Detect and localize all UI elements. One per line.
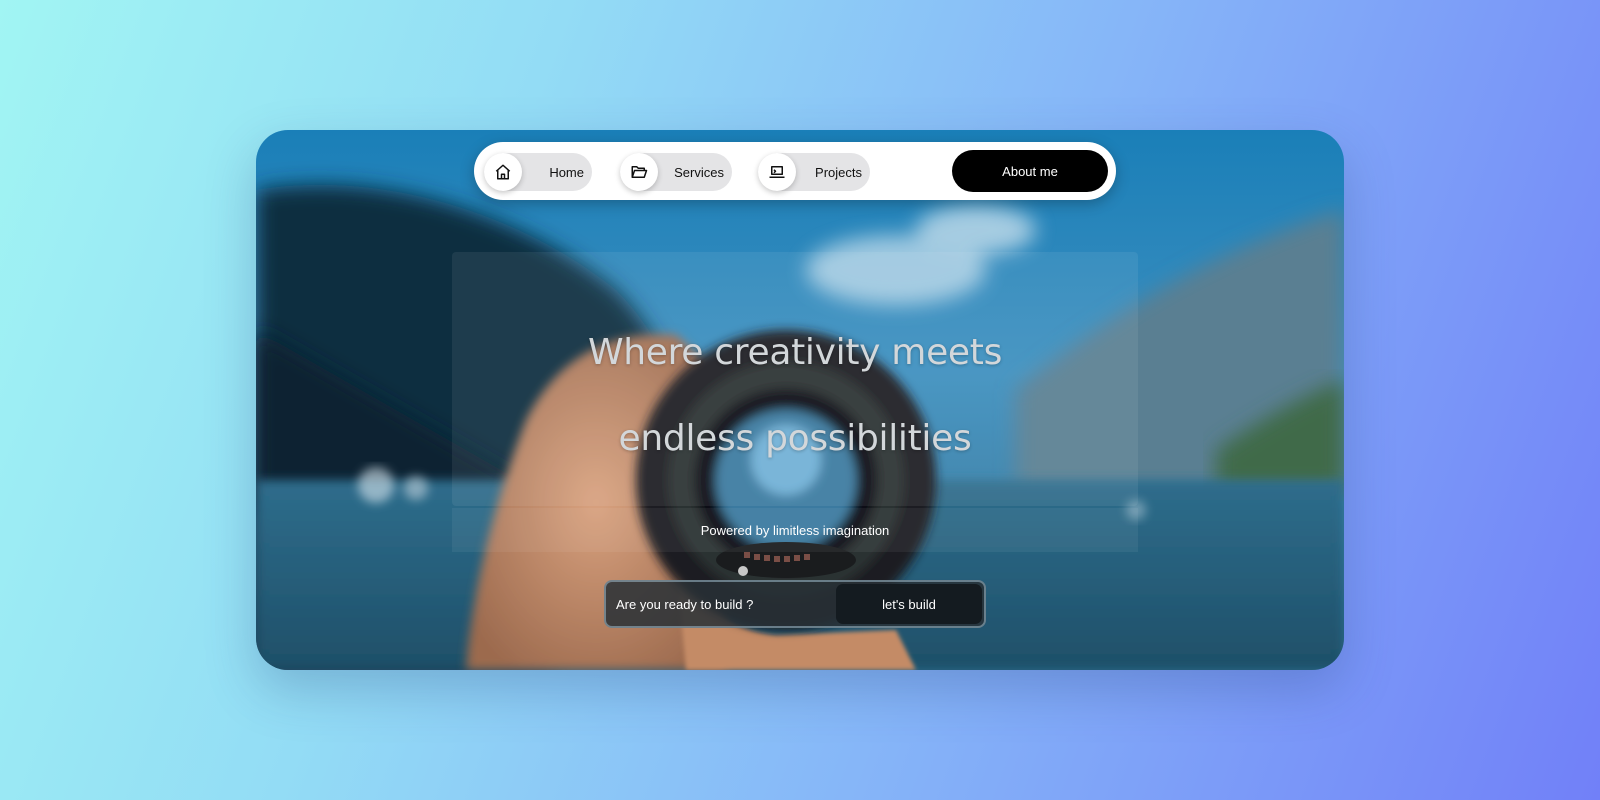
laptop-icon: [758, 153, 796, 191]
nav-item-home[interactable]: Home: [484, 153, 592, 191]
hero-title: Where creativity meets endless possibili…: [587, 332, 1003, 459]
about-me-button[interactable]: About me: [952, 150, 1108, 192]
nav-item-label: Projects: [815, 164, 862, 180]
cta-bar: Are you ready to build ? let's build: [604, 580, 986, 628]
hero-card: Home Services Projects About me Where cr…: [256, 130, 1344, 670]
hero-panel: Where creativity meets endless possibili…: [452, 252, 1138, 506]
lets-build-button[interactable]: let's build: [836, 584, 982, 624]
nav-item-label: Services: [674, 164, 724, 180]
nav-item-projects[interactable]: Projects: [758, 153, 870, 191]
nav-item-services[interactable]: Services: [620, 153, 732, 191]
hero-subtitle: Powered by limitless imagination: [452, 508, 1138, 552]
top-navbar: Home Services Projects About me: [474, 142, 1116, 200]
cta-prompt: Are you ready to build ?: [616, 596, 754, 612]
home-icon: [484, 153, 522, 191]
folder-open-icon: [620, 153, 658, 191]
nav-item-label: Home: [549, 164, 584, 180]
